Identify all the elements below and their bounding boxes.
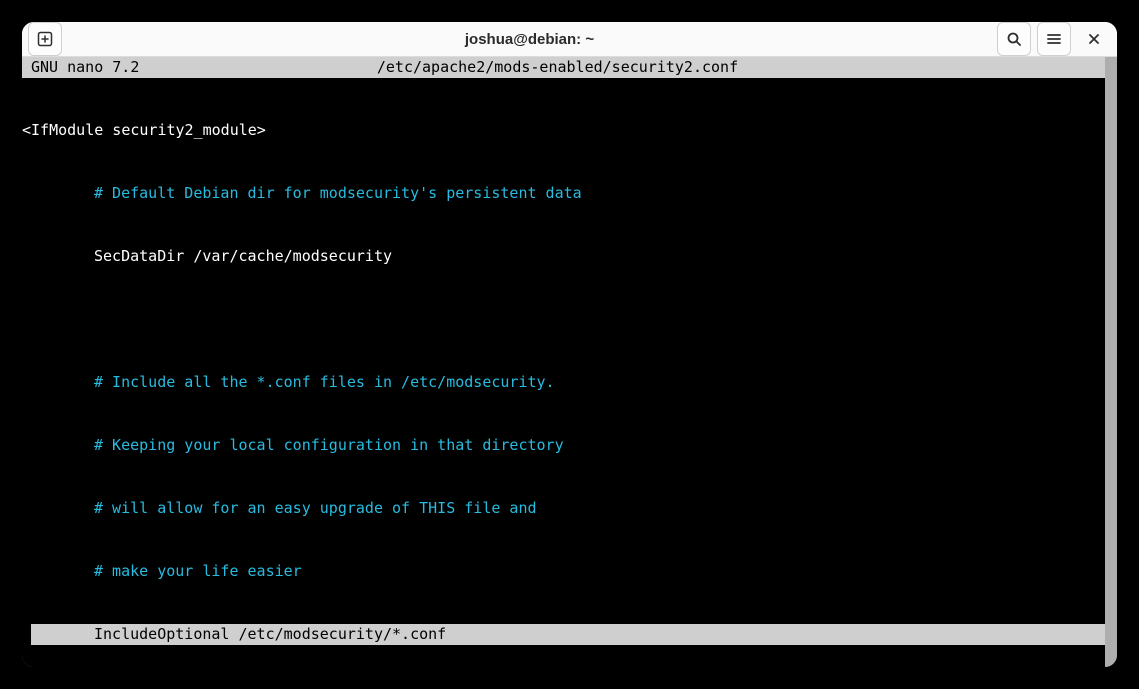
- code-line-highlighted: IncludeOptional /etc/modsecurity/*.conf: [94, 624, 446, 645]
- new-tab-icon: [37, 31, 53, 47]
- code-comment: # Include all the *.conf files in /etc/m…: [94, 373, 555, 391]
- terminal-window: joshua@debian: ~ /etc/apache2/mods-enabl…: [22, 22, 1117, 667]
- code-comment: # make your life easier: [94, 562, 302, 580]
- titlebar: joshua@debian: ~: [22, 22, 1117, 57]
- close-icon: [1087, 32, 1101, 46]
- new-tab-button[interactable]: [28, 22, 62, 56]
- menu-button[interactable]: [1037, 22, 1071, 56]
- nano-filepath: /etc/apache2/mods-enabled/security2.conf: [22, 57, 1093, 78]
- search-icon: [1006, 31, 1022, 47]
- terminal-body: /etc/apache2/mods-enabled/security2.conf…: [22, 57, 1117, 667]
- code-line: SecDataDir /var/cache/modsecurity: [94, 247, 392, 265]
- code-line: <IfModule security2_module>: [22, 121, 266, 139]
- code-comment: # Default Debian dir for modsecurity's p…: [94, 184, 582, 202]
- scrollbar[interactable]: [1105, 57, 1117, 667]
- hamburger-icon: [1046, 31, 1062, 47]
- code-comment: # Keeping your local configuration in th…: [94, 436, 564, 454]
- code-comment: # will allow for an easy upgrade of THIS…: [94, 499, 537, 517]
- search-button[interactable]: [997, 22, 1031, 56]
- window-title: joshua@debian: ~: [68, 31, 991, 48]
- nano-header: /etc/apache2/mods-enabled/security2.conf…: [22, 57, 1105, 78]
- editor-area[interactable]: <IfModule security2_module> # Default De…: [22, 78, 1105, 667]
- terminal-content[interactable]: /etc/apache2/mods-enabled/security2.conf…: [22, 57, 1105, 667]
- close-button[interactable]: [1077, 22, 1111, 56]
- cursor-line: IncludeOptional /etc/modsecurity/*.conf: [31, 624, 1105, 645]
